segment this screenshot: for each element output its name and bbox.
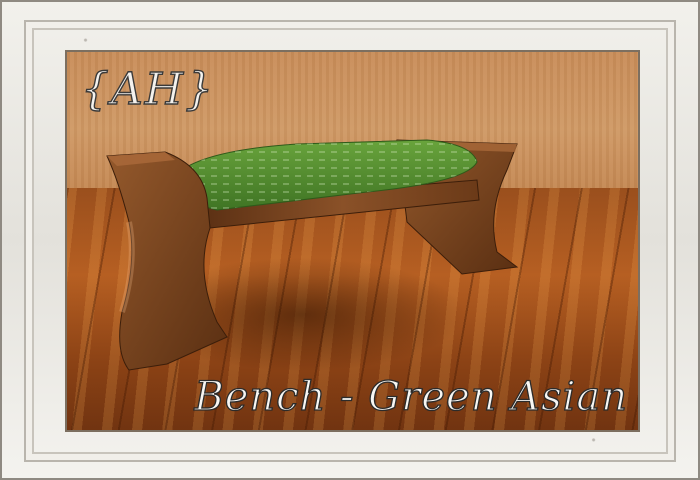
product-caption: Bench - Green Asian <box>194 373 628 420</box>
picture-frame: {AH} Bench - Green Asian <box>0 0 700 480</box>
product-photo: {AH} Bench - Green Asian <box>65 50 640 432</box>
brand-logo: {AH} <box>80 63 216 115</box>
